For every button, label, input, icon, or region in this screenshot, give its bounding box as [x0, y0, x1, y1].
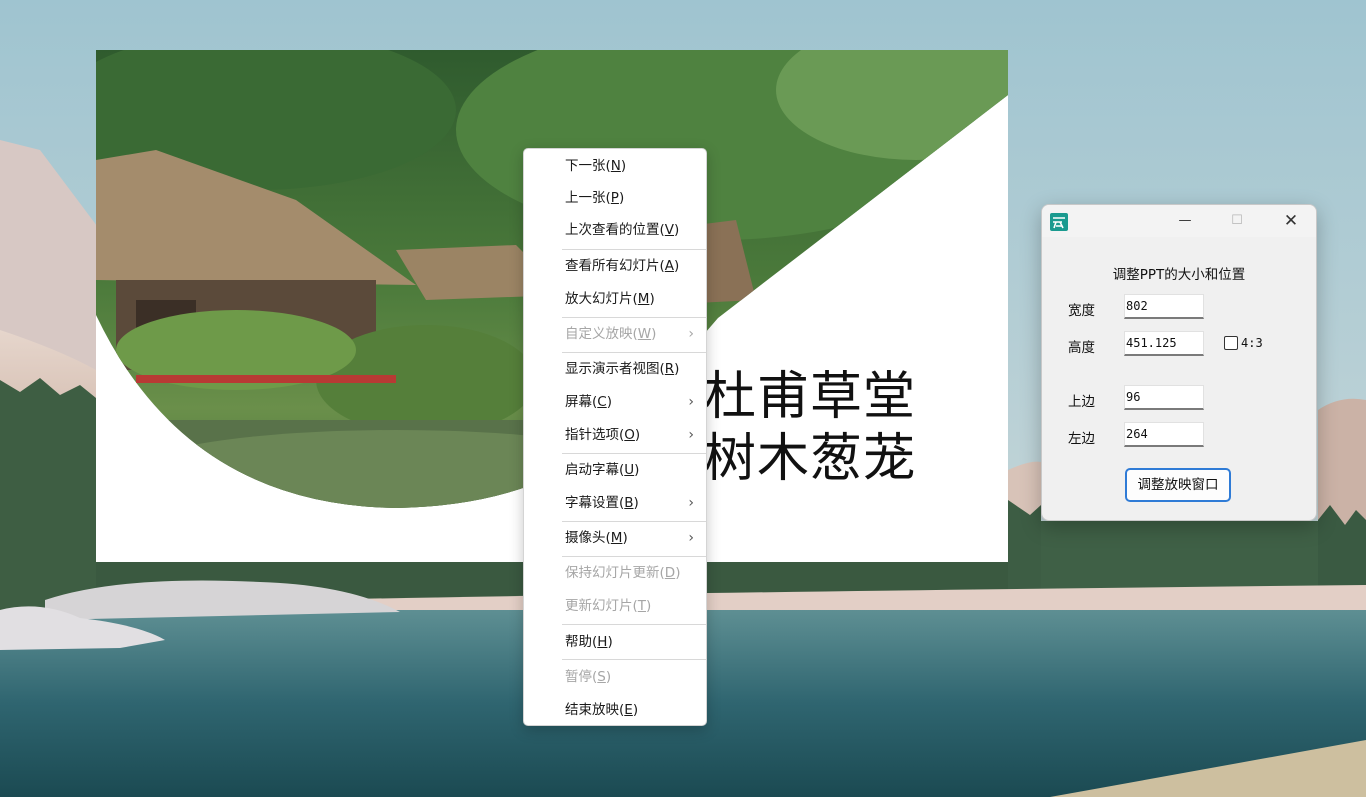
slideshow-context-menu: 下一张(N) 上一张(P) 上次查看的位置(V) 查看所有幻灯片(A) 放大幻灯… [523, 148, 707, 726]
menu-item-presenter-view[interactable]: 显示演示者视图(R) [524, 354, 706, 384]
menu-separator [562, 556, 706, 557]
dialog-heading: 调整PPT的大小和位置 [1112, 267, 1246, 283]
left-offset-label: 左边 [1068, 431, 1095, 447]
chevron-right-icon: › [688, 495, 694, 511]
menu-item-previous[interactable]: 上一张(P) [524, 183, 706, 213]
slide-title-line-1: 杜甫草堂 [704, 367, 917, 427]
menu-item-subtitle-settings[interactable]: 字幕设置(B) › [524, 488, 706, 518]
chevron-right-icon: › [688, 326, 694, 342]
height-label: 高度 [1068, 340, 1095, 356]
menu-separator [562, 659, 706, 660]
aspect-ratio-checkbox[interactable]: 4:3 [1224, 336, 1263, 350]
chevron-right-icon: › [688, 394, 694, 410]
top-offset-label: 上边 [1068, 394, 1095, 410]
desktop: 杜甫草堂 树木葱茏 下一张(N) 上一张(P) 上次查看的位置(V) 查看所有幻… [0, 0, 1366, 797]
slide-title: 杜甫草堂 树木葱茏 [704, 366, 916, 490]
checkbox-box[interactable] [1224, 336, 1238, 350]
minimize-button[interactable]: — [1162, 205, 1208, 237]
left-offset-input[interactable] [1124, 422, 1204, 447]
chevron-right-icon: › [688, 427, 694, 443]
menu-item-camera[interactable]: 摄像头(M) › [524, 523, 706, 553]
menu-item-keep-slides-updated[interactable]: 保持幻灯片更新(D) [524, 558, 706, 588]
close-button[interactable]: ✕ [1268, 205, 1314, 237]
menu-item-help[interactable]: 帮助(H) [524, 627, 706, 657]
menu-item-pointer-options[interactable]: 指针选项(O) › [524, 420, 706, 450]
menu-separator [562, 317, 706, 318]
menu-separator [562, 453, 706, 454]
menu-item-last-viewed[interactable]: 上次查看的位置(V) [524, 215, 706, 245]
menu-separator [562, 624, 706, 625]
top-offset-input[interactable] [1124, 385, 1204, 410]
menu-item-see-all-slides[interactable]: 查看所有幻灯片(A) [524, 251, 706, 281]
width-input[interactable] [1124, 294, 1204, 319]
app-icon [1050, 213, 1068, 231]
aspect-ratio-label: 4:3 [1241, 336, 1263, 350]
maximize-button[interactable]: ☐ [1214, 205, 1260, 237]
adjust-show-window-button[interactable]: 调整放映窗口 [1125, 468, 1231, 502]
menu-item-screen[interactable]: 屏幕(C) › [524, 387, 706, 417]
menu-separator [562, 352, 706, 353]
menu-item-start-subtitles[interactable]: 启动字幕(U) [524, 455, 706, 485]
height-input[interactable] [1124, 331, 1204, 356]
menu-separator [562, 521, 706, 522]
menu-separator [562, 249, 706, 250]
slide-title-line-2: 树木葱茏 [704, 429, 917, 489]
menu-item-pause[interactable]: 暂停(S) [524, 662, 706, 692]
menu-item-next[interactable]: 下一张(N) [524, 151, 706, 181]
menu-item-update-slide[interactable]: 更新幻灯片(T) [524, 591, 706, 621]
chevron-right-icon: › [688, 530, 694, 546]
dialog-titlebar[interactable]: — ☐ ✕ [1042, 205, 1316, 237]
resize-ppt-dialog: — ☐ ✕ 调整PPT的大小和位置 宽度 高度 4:3 上边 左边 调整放映窗口 [1041, 204, 1317, 521]
width-label: 宽度 [1068, 303, 1095, 319]
menu-item-end-show[interactable]: 结束放映(E) [524, 695, 706, 725]
menu-item-zoom-slide[interactable]: 放大幻灯片(M) [524, 284, 706, 314]
menu-item-custom-show[interactable]: 自定义放映(W) › [524, 319, 706, 349]
